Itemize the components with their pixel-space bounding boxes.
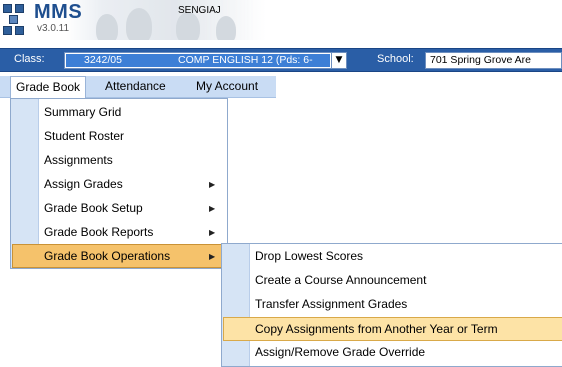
menu-item-student-roster[interactable]: Student Roster [11,125,227,149]
menu-grade-book[interactable]: Grade Book [10,76,87,99]
current-username: SENGIAJ [178,5,221,16]
menu-item-transfer-assignment-grades[interactable]: Transfer Assignment Grades [222,293,562,317]
chevron-right-icon: ▶ [209,180,216,189]
chevron-right-icon: ▶ [209,204,216,213]
menu-item-label: Student Roster [44,129,125,143]
class-school-bar: Class: 3242/05 COMP ENGLISH 12 (Pds: 6- … [0,48,562,72]
menu-item-label: Transfer Assignment Grades [255,297,408,311]
menu-item-grade-book-reports[interactable]: Grade Book Reports ▶ [11,221,227,245]
menu-item-label: Grade Book Setup [44,201,143,215]
menu-item-label: Assign/Remove Grade Override [255,345,426,359]
grade-book-operations-submenu: Drop Lowest Scores Create a Course Annou… [221,243,562,367]
chevron-right-icon: ▶ [209,228,216,237]
menu-my-account[interactable]: My Account [191,76,263,98]
class-course-name: COMP ENGLISH 12 (Pds: 6- [178,54,313,66]
menu-item-label: Create a Course Announcement [255,273,427,287]
app-logo-text: MMS [34,1,83,23]
menu-item-summary-grid[interactable]: Summary Grid [11,101,227,125]
class-label: Class: [14,53,45,65]
menu-item-grade-book-operations[interactable]: Grade Book Operations ▶ [12,244,226,268]
class-selected-value: 3242/05 COMP ENGLISH 12 (Pds: 6- [66,54,330,67]
chevron-right-icon: ▶ [209,252,216,261]
menu-item-label: Assignments [44,153,113,167]
menu-item-assignments[interactable]: Assignments [11,149,227,173]
app-version: v3.0.11 [37,23,70,34]
chevron-down-icon[interactable]: ▼ [331,53,346,68]
class-select[interactable]: 3242/05 COMP ENGLISH 12 (Pds: 6- ▼ [64,52,347,69]
menu-item-label: Grade Book Reports [44,225,154,239]
menu-item-create-course-announcement[interactable]: Create a Course Announcement [222,269,562,293]
menu-item-grade-book-setup[interactable]: Grade Book Setup ▶ [11,197,227,221]
school-label: School: [377,53,414,65]
menu-item-assign-grades[interactable]: Assign Grades ▶ [11,173,227,197]
menu-item-copy-assignments[interactable]: Copy Assignments from Another Year or Te… [223,317,562,341]
menu-item-drop-lowest-scores[interactable]: Drop Lowest Scores [222,245,562,269]
main-menubar: Grade Book Attendance My Account [0,76,276,99]
class-code: 3242/05 [84,54,122,66]
mms-logo-icon [3,4,31,36]
app-header: MMS v3.0.11 SENGIAJ [0,0,562,40]
menu-item-label: Grade Book Operations [44,249,171,263]
menu-item-label: Assign Grades [44,177,123,191]
header-banner-image [66,0,266,40]
grade-book-dropdown: Summary Grid Student Roster Assignments … [10,98,228,269]
menu-item-label: Drop Lowest Scores [255,249,364,263]
school-select[interactable]: 701 Spring Grove Are [425,52,562,69]
menu-attendance[interactable]: Attendance [100,76,171,98]
menu-item-label: Copy Assignments from Another Year or Te… [255,322,498,336]
menu-item-label: Summary Grid [44,105,122,119]
menu-item-assign-remove-grade-override[interactable]: Assign/Remove Grade Override [222,341,562,365]
